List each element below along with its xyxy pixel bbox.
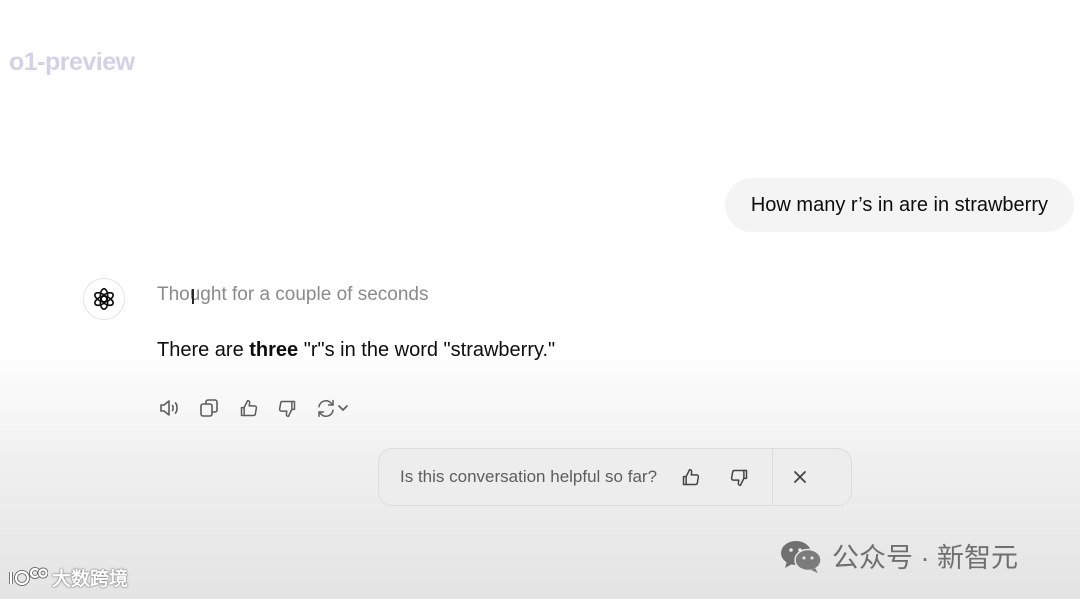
watermark-left: 大数跨境 xyxy=(8,564,128,591)
thumbs-up-icon xyxy=(240,399,257,416)
assistant-avatar xyxy=(83,278,125,320)
thumbs-down-icon xyxy=(730,469,747,486)
feedback-divider xyxy=(772,449,774,505)
thumbs-down-icon xyxy=(278,400,295,417)
brand-logo-icon xyxy=(9,566,48,586)
feedback-close-button[interactable] xyxy=(785,462,815,492)
assistant-answer: There are three "r"s in the word "strawb… xyxy=(157,339,555,362)
regenerate-button[interactable] xyxy=(312,395,352,421)
message-action-bar xyxy=(156,395,352,421)
user-message-bubble: How many r’s in are in strawberry xyxy=(724,178,1074,232)
model-title[interactable]: o1-preview xyxy=(9,48,135,77)
wechat-icon xyxy=(781,540,822,573)
thumbs-up-button[interactable] xyxy=(234,395,262,421)
close-icon xyxy=(794,471,806,483)
speaker-icon xyxy=(160,400,178,416)
regenerate-icon xyxy=(318,399,334,417)
answer-prefix: There are xyxy=(157,339,250,361)
openai-logo-icon xyxy=(94,288,114,310)
thought-duration-toggle[interactable]: Thought for a couple of seconds xyxy=(157,284,428,306)
watermark-right-text: 公众号 · 新智元 xyxy=(832,543,1018,573)
feedback-thumbs-up-button[interactable] xyxy=(675,462,705,492)
user-message-text: How many r’s in are in strawberry xyxy=(750,193,1048,216)
watermark-left-text: 大数跨境 xyxy=(52,569,129,590)
text-cursor-icon: I xyxy=(190,285,196,309)
answer-suffix: "r"s in the word "strawberry." xyxy=(298,339,556,361)
feedback-thumbs-down-button[interactable] xyxy=(724,462,754,492)
chevron-down-icon xyxy=(338,405,348,411)
thumbs-up-icon xyxy=(682,468,699,485)
thumbs-down-button[interactable] xyxy=(273,395,301,421)
copy-button[interactable] xyxy=(195,395,223,421)
copy-icon xyxy=(200,399,218,417)
feedback-question: Is this conversation helpful so far? xyxy=(400,467,658,486)
feedback-prompt: Is this conversation helpful so far? xyxy=(378,448,852,506)
answer-bold: three xyxy=(249,339,299,361)
watermark-right: 公众号 · 新智元 xyxy=(780,536,1018,575)
read-aloud-button[interactable] xyxy=(156,395,184,421)
